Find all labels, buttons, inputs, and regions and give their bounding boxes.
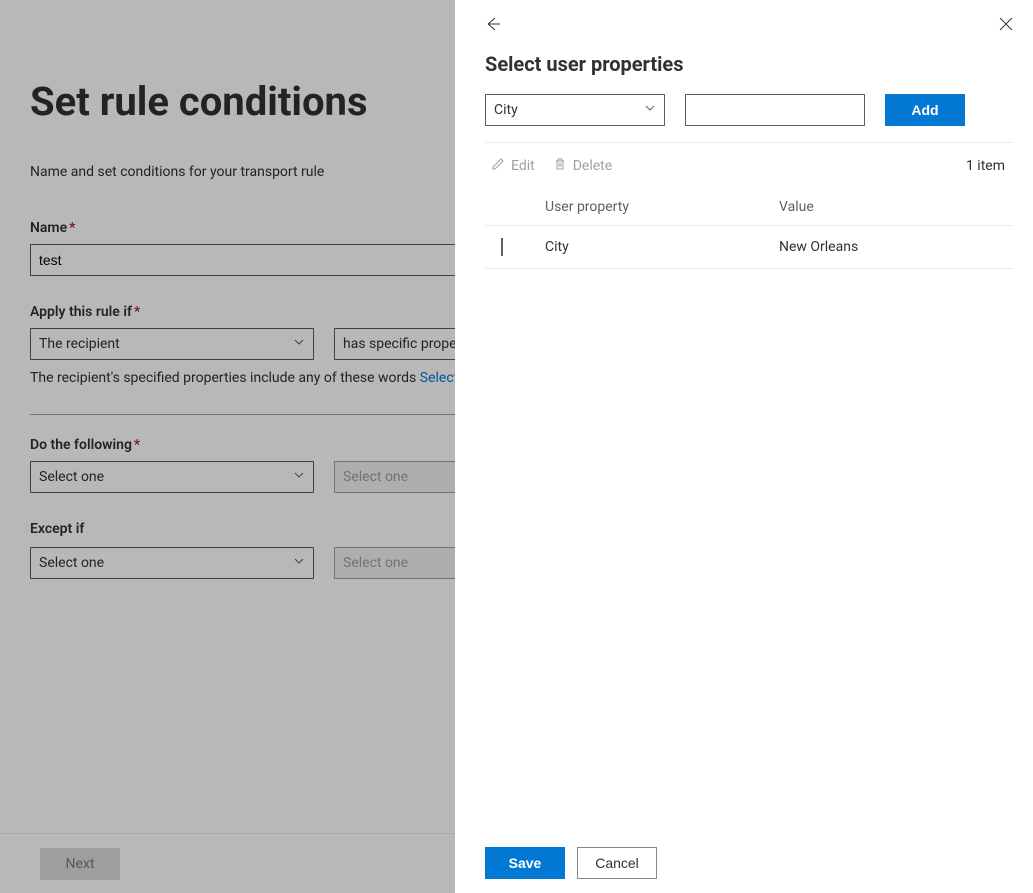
property-value-input[interactable] — [685, 94, 865, 126]
property-select[interactable]: City — [485, 94, 665, 126]
panel-footer: Save Cancel — [485, 833, 1013, 893]
item-count: 1 item — [966, 158, 1013, 174]
cell-user-property: City — [545, 239, 779, 255]
close-icon[interactable] — [999, 17, 1013, 31]
delete-label: Delete — [573, 158, 612, 174]
table-row[interactable]: City New Orleans — [485, 225, 1013, 269]
chevron-down-icon — [644, 102, 656, 118]
back-icon[interactable] — [485, 16, 501, 32]
add-button[interactable]: Add — [885, 94, 965, 126]
add-property-row: City Add — [485, 94, 1013, 143]
save-button[interactable]: Save — [485, 847, 565, 879]
table-header: User property Value — [485, 189, 1013, 225]
cell-value: New Orleans — [779, 239, 1013, 255]
col-user-property: User property — [545, 199, 779, 215]
select-user-properties-panel: Select user properties City Add Edit Del… — [455, 0, 1033, 893]
row-checkbox[interactable] — [501, 238, 503, 256]
edit-label: Edit — [511, 158, 535, 174]
modal-overlay — [0, 0, 455, 893]
properties-table: User property Value City New Orleans — [485, 189, 1013, 269]
edit-button[interactable]: Edit — [491, 157, 535, 175]
property-select-value: City — [494, 102, 518, 118]
pencil-icon — [491, 157, 505, 175]
cancel-button[interactable]: Cancel — [577, 847, 657, 879]
panel-title: Select user properties — [485, 52, 1013, 76]
col-value: Value — [779, 199, 1013, 215]
panel-toolbar: Edit Delete 1 item — [485, 143, 1013, 189]
delete-button[interactable]: Delete — [553, 157, 612, 175]
trash-icon — [553, 157, 567, 175]
